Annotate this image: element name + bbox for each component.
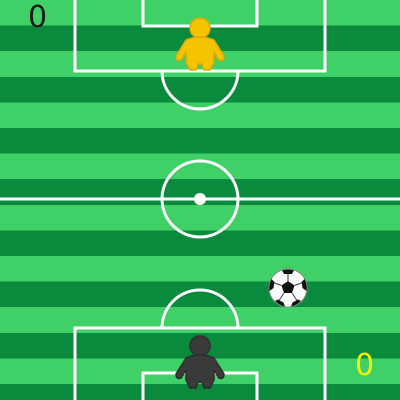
bottom-penalty-arc: [160, 288, 240, 329]
top-penalty-arc: [160, 70, 240, 111]
bottom-team-score: 0: [355, 348, 375, 383]
top-player-icon[interactable]: [174, 16, 226, 72]
bottom-player-icon[interactable]: [174, 334, 226, 390]
soccer-field: 0 0: [0, 0, 400, 400]
top-team-score: 0: [28, 0, 48, 35]
center-spot: [194, 193, 206, 205]
soccer-ball-icon[interactable]: [268, 268, 308, 308]
